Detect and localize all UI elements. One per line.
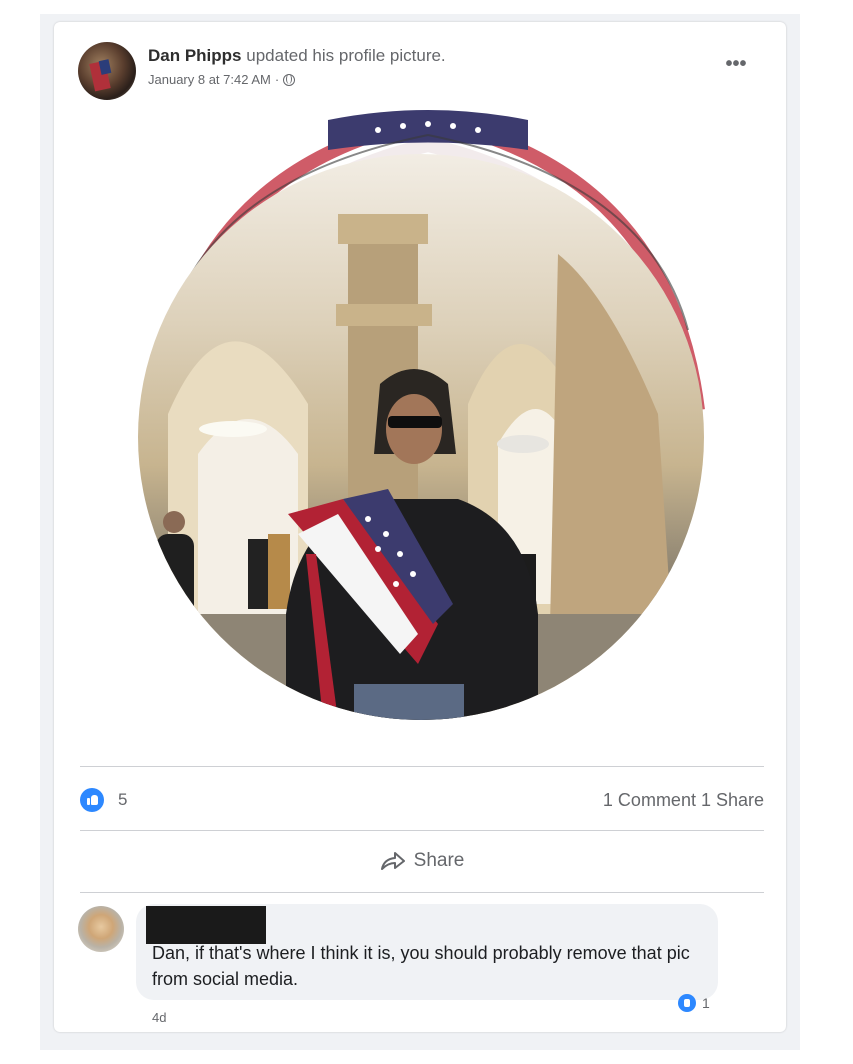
share-label: Share: [413, 850, 465, 871]
reaction-summary: 5 1 Comment 1 Share: [80, 786, 764, 816]
avatar-flag-canton: [98, 59, 112, 75]
more-options-icon: •••: [725, 53, 747, 75]
post-action-text: updated his profile picture.: [246, 46, 446, 65]
actions-divider: [80, 892, 764, 893]
post-timestamp[interactable]: January 8 at 7:42 AM: [148, 72, 271, 87]
author-name-link[interactable]: Dan Phipps: [148, 46, 242, 65]
more-options-button[interactable]: •••: [716, 54, 756, 78]
redacted-commenter-name: [146, 906, 266, 944]
comment-text: Dan, if that's where I think it is, you …: [152, 943, 690, 989]
commenter-avatar[interactable]: [78, 906, 124, 952]
comment-timestamp[interactable]: 4d: [152, 1010, 166, 1025]
comment-like-icon: [678, 994, 696, 1012]
media-divider: [80, 766, 764, 767]
meta-separator: ·: [274, 72, 280, 87]
share-arrow-icon: [380, 852, 405, 870]
rotunda-scene: [138, 214, 704, 720]
like-count[interactable]: 5: [118, 790, 127, 810]
comment-reaction[interactable]: 1: [678, 994, 710, 1012]
stats-divider: [80, 830, 764, 831]
share-button[interactable]: Share: [80, 838, 764, 884]
post-meta: January 8 at 7:42 AM ·: [148, 72, 296, 87]
profile-photo: [138, 154, 704, 720]
profile-picture-media[interactable]: [70, 110, 786, 760]
like-icon[interactable]: [80, 788, 104, 812]
comments-shares-count[interactable]: 1 Comment 1 Share: [603, 790, 764, 811]
author-avatar[interactable]: [78, 42, 136, 100]
comment-reaction-count: 1: [702, 995, 710, 1011]
globe-icon: [283, 73, 296, 86]
post-header-line: Dan Phipps updated his profile picture.: [148, 46, 446, 66]
